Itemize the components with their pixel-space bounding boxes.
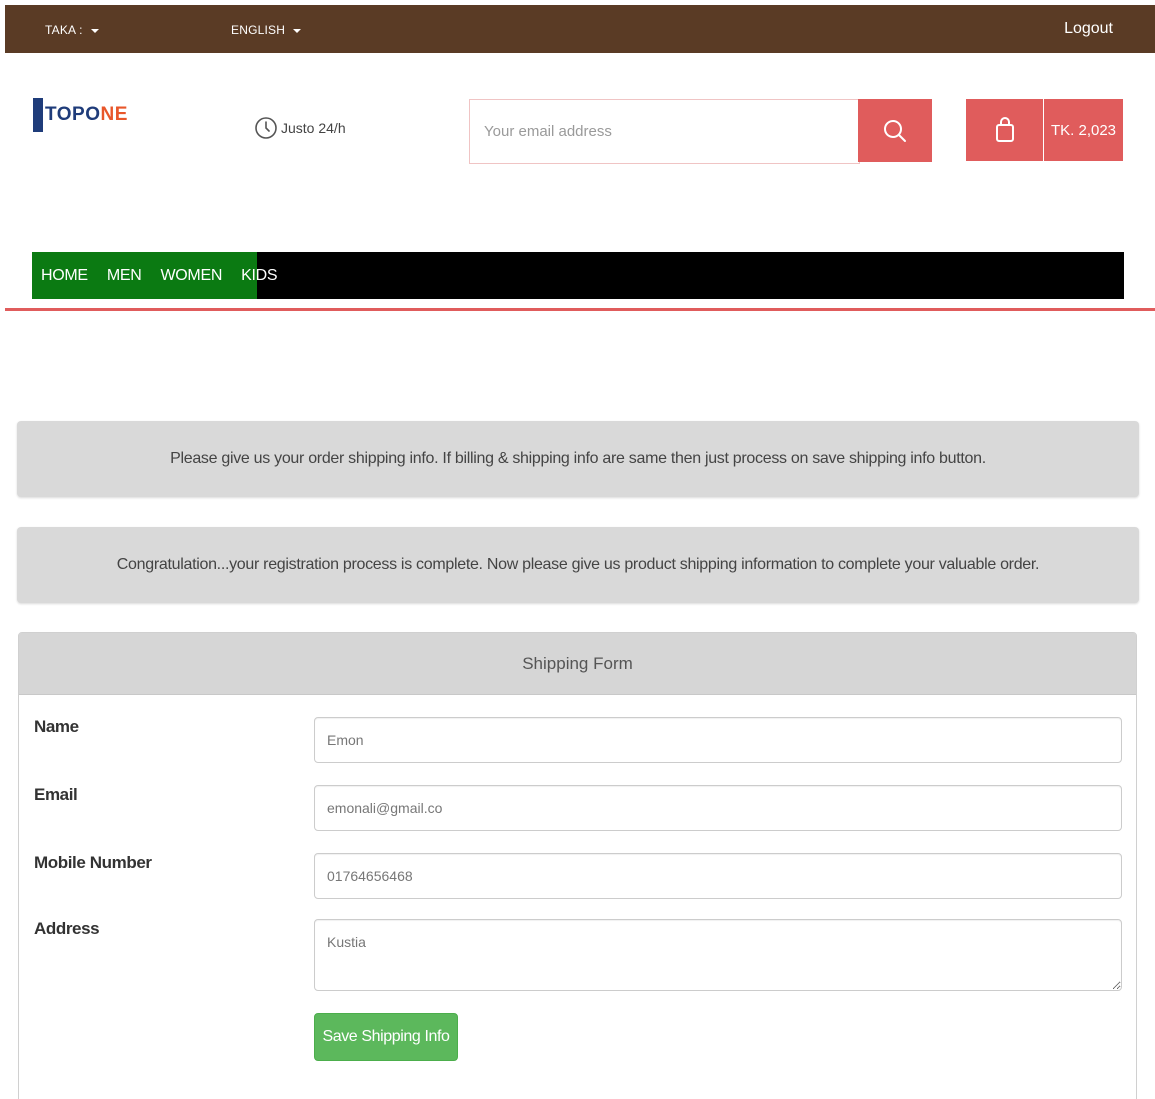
currency-label: TAKA : xyxy=(45,23,83,37)
search-button[interactable] xyxy=(858,99,932,162)
currency-dropdown[interactable]: TAKA : xyxy=(45,23,99,37)
save-shipping-button[interactable]: Save Shipping Info xyxy=(314,1013,458,1061)
address-label: Address xyxy=(34,919,100,938)
logo-mark xyxy=(33,98,43,132)
nav-item-women[interactable]: WOMEN xyxy=(160,267,222,285)
opening-hours: Justo 24/h xyxy=(254,116,346,140)
address-field[interactable]: Kustia xyxy=(314,919,1122,991)
hours-text: Justo 24/h xyxy=(281,120,346,136)
nav-item-kids[interactable]: KIDS xyxy=(241,267,277,285)
registration-alert: Congratulation...your registration proce… xyxy=(17,527,1139,603)
chevron-down-icon xyxy=(90,28,99,33)
site-logo[interactable]: TOPO NE xyxy=(33,98,128,132)
search-bar xyxy=(469,99,932,164)
logo-text-primary: TOPO xyxy=(45,104,101,125)
top-bar: TAKA : ENGLISH Logout xyxy=(5,5,1155,53)
shipping-info-alert: Please give us your order shipping info.… xyxy=(17,421,1139,497)
email-field[interactable]: emonali@gmail.co xyxy=(314,785,1122,831)
main-nav: HOME MEN WOMEN KIDS xyxy=(32,252,1124,299)
name-field[interactable]: Emon xyxy=(314,717,1122,763)
cart-widget: TK. 2,023 xyxy=(966,99,1123,161)
search-icon xyxy=(884,119,906,142)
search-input[interactable] xyxy=(469,99,860,164)
chevron-down-icon xyxy=(293,28,302,33)
shipping-form-title: Shipping Form xyxy=(19,633,1136,695)
nav-item-men[interactable]: MEN xyxy=(107,267,142,285)
name-label: Name xyxy=(34,717,79,736)
header-divider xyxy=(5,308,1155,311)
shopping-bag-icon xyxy=(995,117,1014,142)
logo-text-accent: NE xyxy=(100,104,128,125)
shipping-form-panel: Shipping Form Name Emon Email emonali@gm… xyxy=(18,632,1137,1099)
clock-icon xyxy=(255,117,277,139)
language-label: ENGLISH xyxy=(231,23,286,37)
language-dropdown[interactable]: ENGLISH xyxy=(231,23,302,37)
cart-button[interactable] xyxy=(966,99,1043,161)
logout-link[interactable]: Logout xyxy=(1064,20,1113,38)
mobile-label: Mobile Number xyxy=(34,853,152,872)
cart-total[interactable]: TK. 2,023 xyxy=(1044,99,1123,161)
nav-menu: HOME MEN WOMEN KIDS xyxy=(32,252,278,299)
nav-item-home[interactable]: HOME xyxy=(41,267,88,285)
mobile-field[interactable]: 01764656468 xyxy=(314,853,1122,899)
email-label: Email xyxy=(34,785,78,804)
